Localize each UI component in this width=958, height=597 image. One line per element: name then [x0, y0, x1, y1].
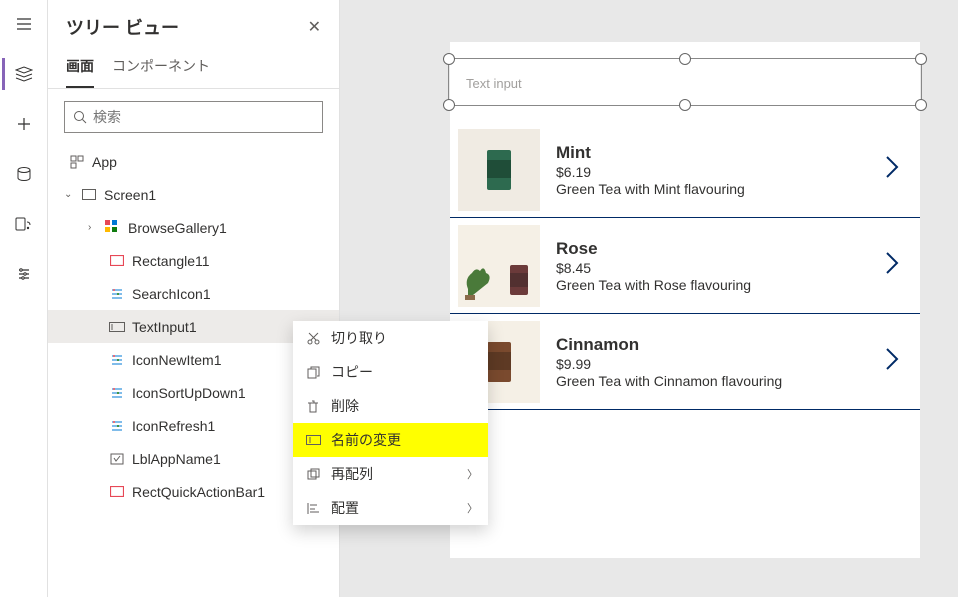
item-name: Cinnamon	[556, 335, 868, 355]
context-menu: 切り取り コピー 削除 名前の変更 再配列 〉 配置 〉	[293, 321, 488, 525]
tree-label: TextInput1	[132, 319, 197, 335]
item-price: $9.99	[556, 356, 868, 372]
item-price: $8.45	[556, 260, 868, 276]
tree-node-rect[interactable]: Rectangle11	[48, 244, 339, 277]
item-desc: Green Tea with Rose flavouring	[556, 277, 868, 293]
tab-screens[interactable]: 画面	[66, 50, 94, 88]
tab-components[interactable]: コンポーネント	[112, 50, 210, 88]
resize-handle[interactable]	[443, 99, 455, 111]
tree-label: Screen1	[104, 187, 156, 203]
thumbnail	[458, 129, 540, 211]
textinput-icon	[108, 322, 126, 332]
item-price: $6.19	[556, 164, 868, 180]
gallery-item[interactable]: Cinnamon $9.99 Green Tea with Cinnamon f…	[450, 314, 920, 410]
cut-icon	[305, 332, 321, 345]
label-icon	[108, 452, 126, 466]
chevron-right-icon: 〉	[467, 500, 478, 516]
resize-handle[interactable]	[679, 53, 691, 65]
item-desc: Green Tea with Mint flavouring	[556, 181, 868, 197]
item-desc: Green Tea with Cinnamon flavouring	[556, 373, 868, 389]
resize-handle[interactable]	[443, 53, 455, 65]
ctx-label: 名前の変更	[331, 430, 401, 450]
gallery-item[interactable]: Mint $6.19 Green Tea with Mint flavourin…	[450, 122, 920, 218]
control-icon	[108, 353, 126, 367]
tree-node-screen[interactable]: ⌄ Screen1	[48, 178, 339, 211]
resize-handle[interactable]	[679, 99, 691, 111]
nav-rail	[0, 0, 48, 597]
insert-icon[interactable]	[4, 108, 44, 140]
gallery-icon	[104, 219, 122, 236]
ctx-label: 切り取り	[331, 328, 387, 348]
ctx-cut[interactable]: 切り取り	[293, 321, 488, 355]
chevron-down-icon[interactable]: ⌄	[64, 189, 74, 200]
tree-label: BrowseGallery1	[128, 220, 227, 236]
selection-box[interactable]	[448, 58, 922, 106]
control-icon	[108, 386, 126, 400]
ctx-copy[interactable]: コピー	[293, 355, 488, 389]
item-name: Mint	[556, 143, 868, 163]
ctx-label: 再配列	[331, 464, 373, 484]
search-input[interactable]	[64, 101, 323, 133]
chevron-right-icon[interactable]: ›	[88, 222, 98, 233]
chevron-right-icon: 〉	[467, 466, 478, 482]
tree-view-icon[interactable]	[2, 58, 42, 90]
gallery-item[interactable]: Rose $8.45 Green Tea with Rose flavourin…	[450, 218, 920, 314]
search-icon	[73, 110, 87, 124]
ctx-label: 配置	[331, 498, 359, 518]
tree-node-app[interactable]: App	[48, 145, 339, 178]
ctx-rename[interactable]: 名前の変更	[293, 423, 488, 457]
rectangle-icon	[108, 486, 126, 497]
ctx-reorder[interactable]: 再配列 〉	[293, 457, 488, 491]
screen-icon	[80, 189, 98, 200]
search-field[interactable]	[93, 109, 314, 125]
data-icon[interactable]	[4, 158, 44, 190]
tree-label: App	[92, 154, 117, 170]
chevron-right-icon[interactable]	[884, 250, 900, 281]
ctx-delete[interactable]: 削除	[293, 389, 488, 423]
item-name: Rose	[556, 239, 868, 259]
ctx-label: コピー	[331, 362, 373, 382]
copy-icon	[305, 366, 321, 379]
control-icon	[108, 419, 126, 433]
panel-title: ツリー ビュー	[66, 14, 179, 40]
resize-handle[interactable]	[915, 53, 927, 65]
browse-gallery: Mint $6.19 Green Tea with Mint flavourin…	[450, 122, 920, 410]
delete-icon	[305, 400, 321, 413]
thumbnail	[458, 225, 540, 307]
close-icon[interactable]: ✕	[308, 17, 321, 37]
tree-node-searchicon[interactable]: SearchIcon1	[48, 277, 339, 310]
ctx-align[interactable]: 配置 〉	[293, 491, 488, 525]
tree-label: IconRefresh1	[132, 418, 215, 434]
reorder-icon	[305, 468, 321, 481]
chevron-right-icon[interactable]	[884, 346, 900, 377]
rectangle-icon	[108, 255, 126, 266]
resize-handle[interactable]	[915, 99, 927, 111]
settings-icon[interactable]	[4, 258, 44, 290]
rename-icon	[305, 435, 321, 445]
tree-label: SearchIcon1	[132, 286, 211, 302]
tree-label: IconSortUpDown1	[132, 385, 246, 401]
tree-node-gallery[interactable]: › BrowseGallery1	[48, 211, 339, 244]
control-icon	[108, 287, 126, 301]
media-icon[interactable]	[4, 208, 44, 240]
hamburger-icon[interactable]	[4, 8, 44, 40]
align-icon	[305, 502, 321, 515]
tree-label: RectQuickActionBar1	[132, 484, 265, 500]
app-icon	[68, 155, 86, 169]
ctx-label: 削除	[331, 396, 359, 416]
tree-label: LblAppName1	[132, 451, 221, 467]
tree-label: IconNewItem1	[132, 352, 221, 368]
tree-label: Rectangle11	[132, 253, 210, 269]
chevron-right-icon[interactable]	[884, 154, 900, 185]
